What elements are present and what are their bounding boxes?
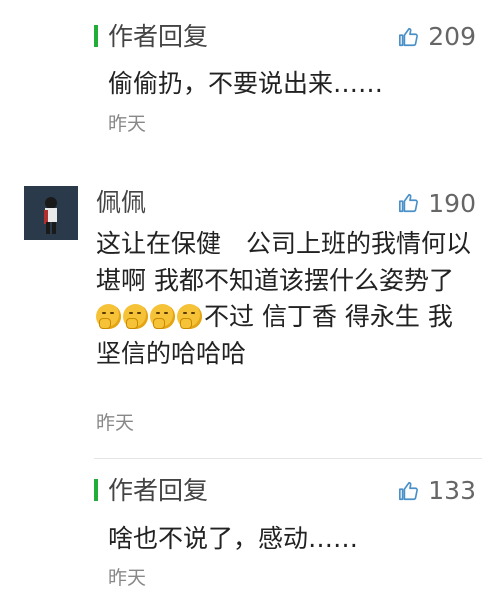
reply-text: 啥也不说了，感动…… [108, 524, 359, 553]
author-reply-header: 作者回复 133 [94, 474, 482, 508]
like-count: 133 [428, 476, 476, 505]
comment-text: 这让在保健 公司上班的我情何以堪啊 我都不知道该摆什么姿势了 不过 信丁香 得永生… [96, 226, 476, 372]
author-reply-marker [94, 479, 98, 501]
timestamp: 昨天 [108, 567, 147, 589]
like-button[interactable]: 133 [398, 474, 476, 508]
like-button[interactable]: 209 [398, 20, 476, 54]
reply-text: 偷偷扔，不要说出来…… [108, 69, 384, 98]
timestamp: 昨天 [96, 412, 135, 434]
user-name[interactable]: 佩佩 [96, 186, 146, 220]
like-count: 209 [428, 22, 476, 51]
thumbs-up-icon [399, 481, 419, 501]
thumbs-up-icon [399, 193, 419, 213]
timestamp: 昨天 [108, 113, 147, 135]
thinking-face-emoji [177, 304, 202, 329]
thinking-face-emoji [150, 304, 175, 329]
avatar-image [24, 186, 78, 240]
author-reply-label: 作者回复 [108, 22, 209, 51]
comment-text-part2: 不过 信丁香 得永生 我坚信的哈哈哈 [96, 302, 453, 368]
author-reply-header: 作者回复 209 [94, 20, 482, 54]
author-reply-label: 作者回复 [108, 476, 209, 505]
author-reply-marker [94, 25, 98, 47]
thinking-face-emoji [96, 304, 121, 329]
thinking-face-emoji [123, 304, 148, 329]
avatar[interactable] [24, 186, 78, 240]
divider [94, 458, 482, 459]
like-button[interactable]: 190 [398, 186, 476, 220]
like-count: 190 [428, 188, 476, 218]
thumbs-up-icon [399, 27, 419, 47]
comment-text-part1: 这让在保健 公司上班的我情何以堪啊 我都不知道该摆什么姿势了 [96, 229, 472, 295]
